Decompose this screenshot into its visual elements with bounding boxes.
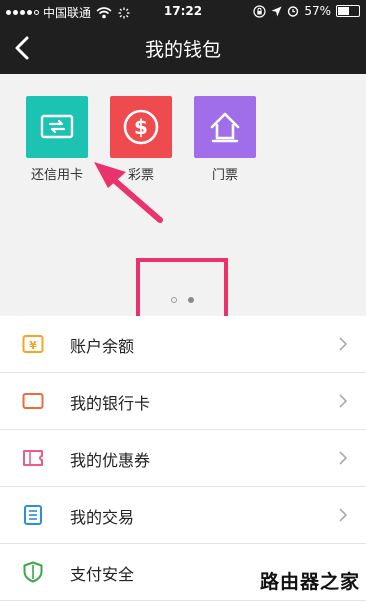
page-indicator-dot-active — [188, 297, 194, 303]
list-item-account-balance[interactable]: ¥ 账户余额 — [0, 316, 366, 373]
app-label-tickets: 门票 — [211, 168, 238, 183]
house-ticket-icon — [194, 96, 256, 158]
list-item-label: 支付安全 — [70, 565, 135, 584]
app-tile-repay-credit-card[interactable]: 还信用卡 — [25, 96, 89, 183]
lock-rotation-icon — [253, 4, 266, 18]
app-tile-tickets[interactable]: 门票 — [193, 96, 257, 183]
shield-icon — [23, 561, 43, 583]
list-item-label: 我的交易 — [70, 508, 135, 527]
page-indicator-dot — [171, 297, 177, 303]
watermark: 路由器之家 — [259, 571, 360, 593]
annotation-highlight-box — [136, 258, 228, 320]
app-label-repay-credit-card: 还信用卡 — [30, 168, 83, 183]
battery-percent: 57% — [304, 4, 331, 18]
chevron-right-icon — [339, 508, 348, 522]
battery-icon — [336, 5, 360, 17]
svg-text:¥: ¥ — [29, 339, 37, 352]
page-title: 我的钱包 — [144, 39, 221, 61]
status-bar: 中国联通 17:22 57% — [0, 0, 366, 22]
annotation-arrow-icon — [94, 162, 163, 223]
dollar-coin-icon: $ — [110, 96, 172, 158]
wallet-menu-list: ¥ 账户余额 我的银行卡 我的优惠券 我的交易 支付安全 — [0, 316, 366, 601]
bank-card-icon — [22, 393, 44, 409]
card-repay-icon — [26, 96, 88, 158]
list-item-label: 我的银行卡 — [70, 394, 151, 413]
chevron-right-icon — [339, 451, 348, 465]
location-icon — [271, 6, 282, 16]
list-item-label: 账户余额 — [70, 337, 135, 356]
list-item-bank-cards[interactable]: 我的银行卡 — [0, 373, 366, 430]
alarm-icon — [288, 6, 299, 17]
list-item-label: 我的优惠券 — [70, 451, 151, 470]
status-right: 57% — [253, 4, 360, 18]
coupon-icon — [23, 450, 43, 466]
balance-icon: ¥ — [22, 335, 44, 353]
transaction-list-icon — [24, 505, 42, 525]
chevron-right-icon — [339, 337, 348, 351]
navigation-bar: 我的钱包 — [0, 22, 366, 74]
list-item-transactions[interactable]: 我的交易 — [0, 487, 366, 544]
list-item-coupons[interactable]: 我的优惠券 — [0, 430, 366, 487]
svg-text:$: $ — [134, 115, 148, 139]
chevron-right-icon — [339, 394, 348, 408]
